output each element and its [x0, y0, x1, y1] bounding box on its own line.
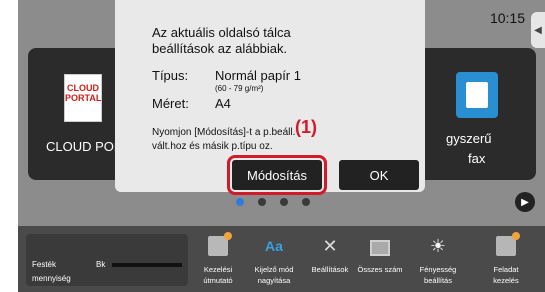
- dialog-message-line-2: beállítások az alábbiak.: [152, 41, 288, 56]
- fax-tile[interactable]: gyszerű fax: [416, 48, 536, 180]
- display-zoom-label: Kijelző mód nagyítása: [246, 264, 302, 286]
- fax-icon: [456, 72, 498, 118]
- paper-size-value: A4: [215, 96, 231, 111]
- dialog-hint-line-1: Nyomjon [Módosítás]-t a p.beáll.: [152, 127, 296, 138]
- device-bezel: [0, 0, 18, 292]
- toner-bk-label: Bk: [96, 260, 106, 269]
- settings-label: Beállítások: [302, 264, 358, 275]
- cloud-portal-icon-text-2: PORTAL: [65, 93, 102, 103]
- brightness-label-1: Fényesség: [419, 265, 457, 274]
- ok-button[interactable]: OK: [339, 160, 419, 190]
- dialog-message: Az aktuális oldalsó tálca beállítások az…: [152, 25, 291, 57]
- dialog-hint-line-2: vált.hoz és másik p.típu oz.: [152, 141, 273, 152]
- counter-icon: [370, 240, 390, 256]
- toner-label-1: Festék: [32, 260, 57, 269]
- page-dot-active[interactable]: [236, 198, 244, 206]
- dialog-message-line-1: Az aktuális oldalsó tálca: [152, 25, 291, 40]
- cloud-portal-label: CLOUD POR: [46, 139, 124, 154]
- display-zoom-label-2: nagyítása: [257, 276, 291, 285]
- page-dot[interactable]: [302, 198, 310, 206]
- manual-button[interactable]: Kezelési útmutató: [196, 226, 240, 292]
- settings-label-1: Beállítások: [311, 265, 349, 274]
- total-count-label-1: Összes szám: [357, 265, 403, 274]
- manual-label-2: útmutató: [203, 276, 233, 285]
- page-dot[interactable]: [258, 198, 266, 206]
- toner-bk-bar: [112, 263, 182, 267]
- job-alert-badge-icon: [512, 232, 520, 240]
- settings-tools-icon: ✕: [322, 236, 338, 256]
- fax-label-1: gyszerű: [446, 131, 492, 146]
- brightness-label-2: beállítás: [424, 276, 452, 285]
- paper-type-value: Normál papír 1: [215, 68, 301, 83]
- job-status-icon: [496, 232, 520, 256]
- job-status-button[interactable]: Feladat kezelés: [484, 226, 528, 292]
- toner-label-2: mennyiség: [32, 274, 71, 283]
- device-screen: 10:15 ◀ CLOUD PORTAL CLOUD POR gyszerű f…: [18, 0, 545, 292]
- bottom-bar: Festék mennyiség Bk Kezelési útmutató Aa…: [18, 226, 545, 292]
- fax-label-2: fax: [468, 151, 486, 166]
- settings-button[interactable]: ✕ Beállítások: [308, 226, 352, 292]
- callout-marker: (1): [295, 117, 317, 137]
- help-badge-icon: [224, 232, 232, 240]
- display-zoom-label-1: Kijelző mód: [254, 265, 294, 274]
- manual-icon: [208, 232, 232, 256]
- total-count-label: Összes szám: [352, 264, 408, 275]
- brightness-label: Fényesség beállítás: [410, 264, 466, 286]
- dialog-hint: Nyomjon [Módosítás]-t a p.beáll. vált.ho…: [152, 126, 392, 154]
- job-status-label-2: kezelés: [493, 276, 519, 285]
- paper-type-label: Típus:: [152, 68, 189, 83]
- clock: 10:15: [489, 10, 525, 26]
- paper-size-label: Méret:: [152, 96, 189, 111]
- page-dot[interactable]: [280, 198, 288, 206]
- job-status-label-1: Feladat: [493, 265, 519, 274]
- side-panel-handle[interactable]: ◀: [531, 12, 545, 48]
- brightness-button[interactable]: ☀ Fényesség beállítás: [416, 226, 460, 292]
- display-zoom-button[interactable]: Aa Kijelző mód nagyítása: [252, 226, 296, 292]
- brightness-icon: ☀: [429, 236, 447, 256]
- tray-settings-dialog: Az aktuális oldalsó tálca beállítások az…: [115, 0, 425, 195]
- display-zoom-icon: Aa: [265, 238, 283, 254]
- cloud-portal-icon-text-1: CLOUD: [67, 83, 99, 93]
- next-page-button[interactable]: ▶: [515, 192, 535, 212]
- cloud-portal-icon: CLOUD PORTAL: [64, 74, 102, 122]
- modify-button[interactable]: Módosítás: [227, 155, 327, 195]
- manual-label: Kezelési útmutató: [190, 264, 246, 286]
- total-count-button[interactable]: Összes szám: [357, 226, 403, 292]
- toner-level[interactable]: Festék mennyiség Bk: [26, 234, 188, 286]
- job-status-label: Feladat kezelés: [478, 264, 534, 286]
- manual-label-1: Kezelési: [203, 265, 233, 274]
- page-indicator: [236, 198, 310, 206]
- paper-type-weight: (60 - 79 g/m²): [215, 84, 264, 93]
